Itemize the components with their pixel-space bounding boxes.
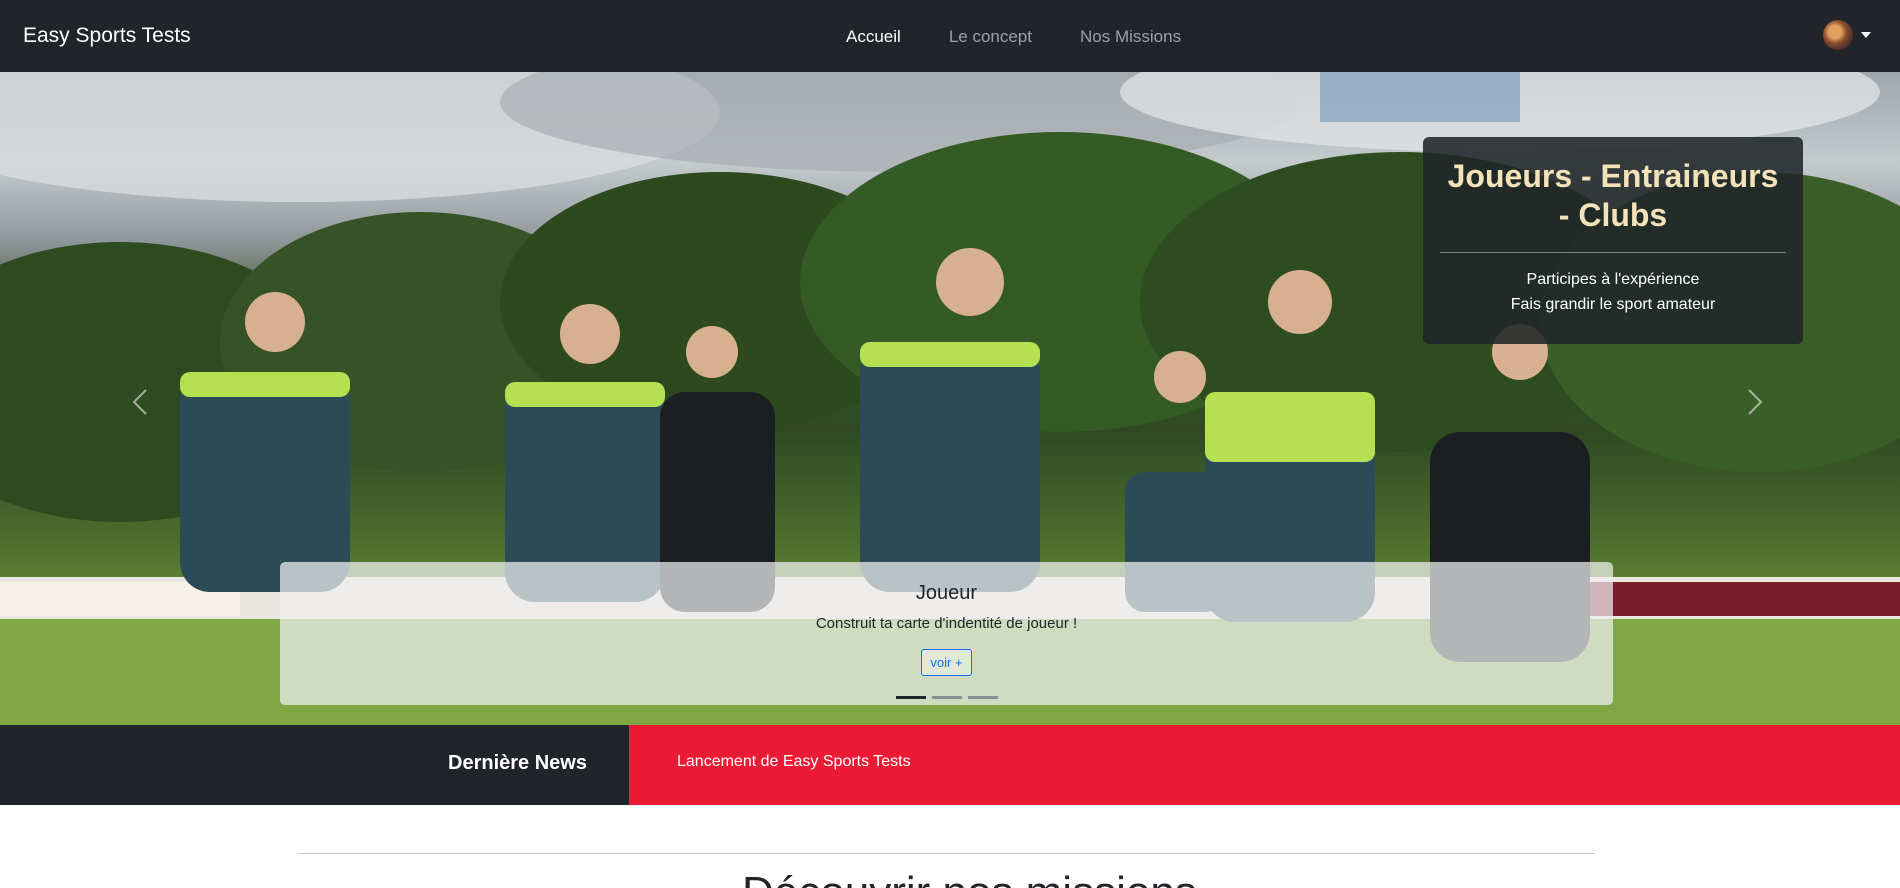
nav-link-le-concept[interactable]: Le concept — [949, 27, 1032, 47]
carousel-indicator-2[interactable] — [932, 696, 962, 699]
top-navbar: Easy Sports Tests Accueil Le concept Nos… — [0, 0, 1900, 72]
news-bar: Dernière News Lancement de Easy Sports T… — [0, 725, 1900, 805]
hero-side-divider — [1440, 252, 1786, 253]
slide-title: Joueur — [915, 582, 978, 604]
carousel-indicator-3[interactable] — [968, 696, 998, 699]
hero-carousel: Joueurs - Entraineurs - Clubs Participes… — [0, 72, 1900, 725]
main-nav: Accueil Le concept Nos Missions — [846, 27, 1181, 47]
hero-side-line-1: Participes à l'expérience — [1526, 271, 1700, 288]
hero-side-line-2: Fais grandir le sport amateur — [1510, 296, 1716, 313]
news-label: Dernière News — [448, 752, 587, 774]
avatar — [1823, 20, 1853, 50]
carousel-next-icon[interactable] — [1735, 382, 1775, 422]
section-divider — [298, 853, 1595, 854]
nav-link-nos-missions[interactable]: Nos Missions — [1080, 27, 1181, 47]
caret-down-icon — [1861, 32, 1871, 38]
user-menu-toggle[interactable] — [1823, 20, 1871, 50]
section-title: Découvrir nos missions — [742, 868, 1197, 888]
news-item-link[interactable]: Lancement de Easy Sports Tests — [677, 753, 911, 771]
news-ticker: Lancement de Easy Sports Tests — [629, 725, 1900, 805]
slide-text: Construit ta carte d'indentité de joueur… — [815, 615, 1078, 632]
carousel-caption: Joueur Construit ta carte d'indentité de… — [280, 562, 1613, 705]
hero-side-title: Joueurs - Entraineurs - Clubs — [1447, 158, 1779, 233]
carousel-indicator-1[interactable] — [896, 696, 926, 699]
carousel-prev-icon[interactable] — [120, 382, 160, 422]
nav-link-accueil[interactable]: Accueil — [846, 27, 901, 47]
brand-link[interactable]: Easy Sports Tests — [23, 24, 191, 48]
news-label-area: Dernière News — [0, 725, 629, 805]
carousel-indicators — [896, 696, 998, 699]
hero-side-caption: Joueurs - Entraineurs - Clubs Participes… — [1423, 137, 1803, 344]
voir-plus-button[interactable]: voir + — [921, 649, 972, 676]
